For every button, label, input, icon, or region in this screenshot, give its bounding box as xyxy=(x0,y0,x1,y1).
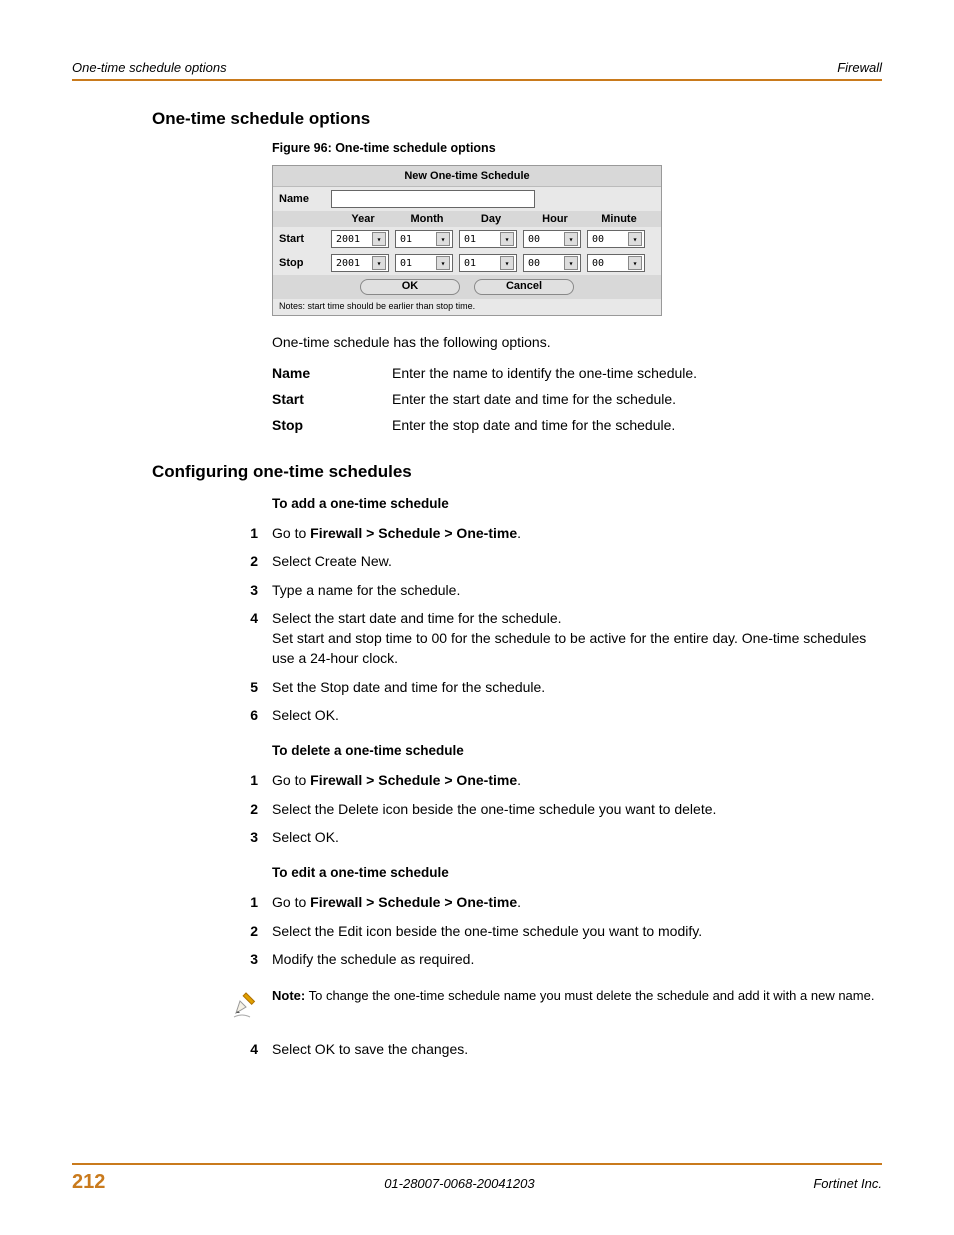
cancel-button[interactable]: Cancel xyxy=(474,279,574,295)
page-number: 212 xyxy=(72,1171,105,1194)
chevron-down-icon: ▾ xyxy=(372,256,386,270)
procedure-title: To edit a one-time schedule xyxy=(272,865,882,880)
procedure-steps: 1Go to Firewall > Schedule > One-time. 2… xyxy=(232,519,882,729)
figure-title: New One-time Schedule xyxy=(273,166,661,187)
def-term: Stop xyxy=(272,417,392,433)
def-term: Start xyxy=(272,391,392,407)
header-left: One-time schedule options xyxy=(72,60,227,75)
stop-minute-select[interactable]: 00▾ xyxy=(587,254,645,272)
chevron-down-icon: ▾ xyxy=(372,232,386,246)
figure-footnote: Notes: start time should be earlier than… xyxy=(273,299,661,315)
def-desc: Enter the stop date and time for the sch… xyxy=(392,417,882,433)
procedure-title: To add a one-time schedule xyxy=(272,496,882,511)
def-term: Name xyxy=(272,365,392,381)
procedure-steps: 1Go to Firewall > Schedule > One-time. 2… xyxy=(232,888,882,973)
col-day: Day xyxy=(459,213,523,225)
procedure-title: To delete a one-time schedule xyxy=(272,743,882,758)
ok-button[interactable]: OK xyxy=(360,279,460,295)
figure-name-label: Name xyxy=(279,193,331,205)
col-minute: Minute xyxy=(587,213,651,225)
start-label: Start xyxy=(279,233,331,245)
page-footer: 212 01-28007-0068-20041203 Fortinet Inc. xyxy=(72,1163,882,1194)
start-year-select[interactable]: 2001▾ xyxy=(331,230,389,248)
procedure-steps: 4Select OK to save the changes. xyxy=(232,1035,882,1063)
procedure-steps: 1Go to Firewall > Schedule > One-time. 2… xyxy=(232,766,882,851)
stop-year-select[interactable]: 2001▾ xyxy=(331,254,389,272)
stop-day-select[interactable]: 01▾ xyxy=(459,254,517,272)
chevron-down-icon: ▾ xyxy=(500,232,514,246)
def-desc: Enter the start date and time for the sc… xyxy=(392,391,882,407)
figure-col-headers: Year Month Day Hour Minute xyxy=(273,211,661,227)
stop-month-select[interactable]: 01▾ xyxy=(395,254,453,272)
note-block: Note: To change the one-time schedule na… xyxy=(232,987,882,1021)
section-title-configuring: Configuring one-time schedules xyxy=(152,462,882,482)
figure-caption: Figure 96: One-time schedule options xyxy=(272,141,882,155)
doc-id: 01-28007-0068-20041203 xyxy=(384,1176,534,1191)
chevron-down-icon: ▾ xyxy=(628,256,642,270)
definition-table: NameEnter the name to identify the one-t… xyxy=(272,360,882,438)
page-header: One-time schedule options Firewall xyxy=(72,60,882,81)
company-name: Fortinet Inc. xyxy=(813,1176,882,1191)
col-year: Year xyxy=(331,213,395,225)
figure-onetime-schedule: New One-time Schedule Name Year Month Da… xyxy=(272,165,662,316)
name-input[interactable] xyxy=(331,190,535,208)
chevron-down-icon: ▾ xyxy=(628,232,642,246)
def-desc: Enter the name to identify the one-time … xyxy=(392,365,882,381)
start-minute-select[interactable]: 00▾ xyxy=(587,230,645,248)
chevron-down-icon: ▾ xyxy=(564,256,578,270)
note-pencil-icon xyxy=(232,987,272,1021)
stop-label: Stop xyxy=(279,257,331,269)
section-title-options: One-time schedule options xyxy=(152,109,882,129)
chevron-down-icon: ▾ xyxy=(564,232,578,246)
header-right: Firewall xyxy=(837,60,882,75)
intro-text: One-time schedule has the following opti… xyxy=(272,334,882,350)
chevron-down-icon: ▾ xyxy=(436,256,450,270)
col-hour: Hour xyxy=(523,213,587,225)
start-month-select[interactable]: 01▾ xyxy=(395,230,453,248)
chevron-down-icon: ▾ xyxy=(500,256,514,270)
start-hour-select[interactable]: 00▾ xyxy=(523,230,581,248)
stop-hour-select[interactable]: 00▾ xyxy=(523,254,581,272)
col-month: Month xyxy=(395,213,459,225)
chevron-down-icon: ▾ xyxy=(436,232,450,246)
start-day-select[interactable]: 01▾ xyxy=(459,230,517,248)
